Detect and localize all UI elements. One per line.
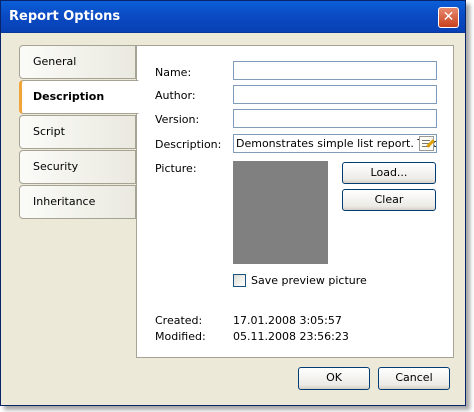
window-title: Report Options [9, 9, 121, 24]
created-value: 17.01.2008 3:05:57 [233, 314, 342, 327]
ok-button[interactable]: OK [298, 367, 370, 390]
clear-button[interactable]: Clear [342, 189, 436, 211]
tab-security[interactable]: Security [19, 150, 136, 184]
title-bar[interactable]: Report Options ✕ [1, 1, 465, 33]
tab-label: Security [33, 160, 79, 173]
tab-inheritance[interactable]: Inheritance [19, 185, 136, 219]
modified-value: 05.11.2008 23:56:23 [233, 330, 349, 343]
cancel-button[interactable]: Cancel [378, 367, 450, 390]
description-field[interactable]: Demonstrates simple list report. To cr [233, 134, 437, 153]
name-field[interactable] [233, 61, 437, 80]
name-label: Name: [155, 66, 192, 79]
version-label: Version: [155, 113, 200, 126]
picture-preview [233, 161, 328, 264]
save-preview-label: Save preview picture [251, 274, 367, 287]
author-label: Author: [155, 89, 196, 102]
tab-label: Inheritance [33, 195, 96, 208]
description-panel: Name: Author: Version: Description: Demo… [136, 45, 454, 358]
modified-label: Modified: [155, 330, 206, 343]
author-field[interactable] [233, 85, 437, 104]
tab-script[interactable]: Script [19, 115, 136, 149]
report-options-dialog: Report Options ✕ General Description Scr… [0, 0, 466, 406]
description-value: Demonstrates simple list report. To cr [236, 137, 437, 150]
edit-icon[interactable] [419, 136, 434, 151]
picture-label: Picture: [155, 162, 197, 175]
save-preview-checkbox[interactable] [233, 274, 246, 287]
tab-label: Description [33, 90, 105, 103]
tab-label: Script [33, 125, 65, 138]
created-label: Created: [155, 314, 203, 327]
tab-description[interactable]: Description [19, 80, 139, 114]
version-field[interactable] [233, 109, 437, 128]
description-label: Description: [155, 138, 222, 151]
tab-label: General [33, 55, 77, 68]
tab-general[interactable]: General [19, 45, 136, 79]
close-icon[interactable]: ✕ [438, 7, 459, 28]
load-button[interactable]: Load... [342, 162, 436, 184]
